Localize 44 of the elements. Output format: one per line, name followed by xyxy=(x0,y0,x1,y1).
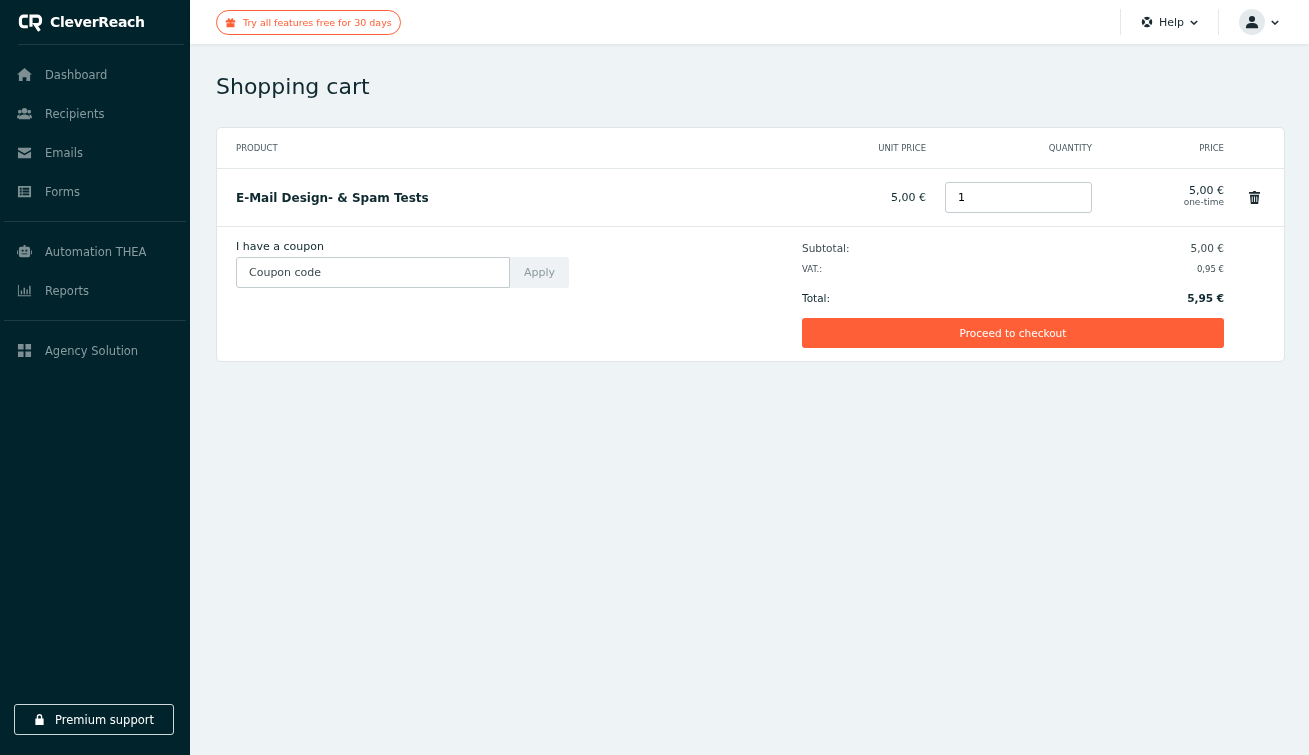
column-header: QUANTITY xyxy=(1047,143,1092,153)
sidebar-item[interactable]: Emails xyxy=(4,133,186,172)
vat-value: 0,95 € xyxy=(1196,264,1224,274)
subtotal-value: 5,00 € xyxy=(1190,242,1224,254)
checkout-button[interactable]: Proceed to checkout xyxy=(802,318,1224,348)
column-header: PRODUCT xyxy=(236,143,279,153)
total-label: Total: xyxy=(802,292,831,304)
sidebar-item[interactable]: Forms xyxy=(4,172,186,211)
grid-icon xyxy=(17,343,32,358)
sidebar-item[interactable]: Dashboard xyxy=(4,55,186,94)
subtotal-label: Subtotal: xyxy=(802,242,850,254)
coupon-field[interactable]: Coupon code xyxy=(236,257,510,288)
bar-chart-icon xyxy=(17,283,32,298)
quantity-field[interactable]: 1 xyxy=(945,182,1092,213)
avatar-icon xyxy=(1239,9,1265,35)
column-header: PRICE xyxy=(1198,143,1224,153)
billing-note: one-time xyxy=(1183,197,1224,207)
chevron-down-icon xyxy=(1190,19,1198,25)
sidebar-item[interactable]: Reports xyxy=(4,271,186,310)
home-icon xyxy=(17,67,32,82)
chevron-down-icon xyxy=(1271,19,1279,25)
column-header: UNIT PRICE xyxy=(877,143,926,153)
vat-label: VAT.: xyxy=(802,264,823,274)
help-menu[interactable]: Help xyxy=(1132,15,1206,29)
list-icon xyxy=(17,184,32,199)
robot-icon xyxy=(17,244,32,259)
product-name: E-Mail Design- & Spam Tests xyxy=(236,190,430,205)
total-value: 5,95 € xyxy=(1187,292,1224,304)
logo-icon xyxy=(18,12,44,32)
people-icon xyxy=(17,106,32,121)
lock-icon xyxy=(34,713,45,726)
sidebar-item[interactable]: Automation THEA xyxy=(4,232,186,271)
unit-price: 5,00 € xyxy=(890,191,926,204)
price: 5,00 € xyxy=(1189,184,1224,197)
trial-badge[interactable]: Try all features free for 30 days xyxy=(216,9,401,35)
lifebuoy-icon xyxy=(1140,16,1153,28)
page-title: Shopping cart xyxy=(216,74,371,99)
brand-name: CleverReach xyxy=(50,14,145,30)
envelope-icon xyxy=(17,145,32,160)
coupon-label: I have a coupon xyxy=(236,240,325,253)
sidebar-item[interactable]: Agency Solution xyxy=(4,331,186,370)
sidebar-item[interactable]: Recipients xyxy=(4,94,186,133)
premium-support-button[interactable]: Premium support xyxy=(14,704,174,735)
gift-icon xyxy=(225,16,236,28)
